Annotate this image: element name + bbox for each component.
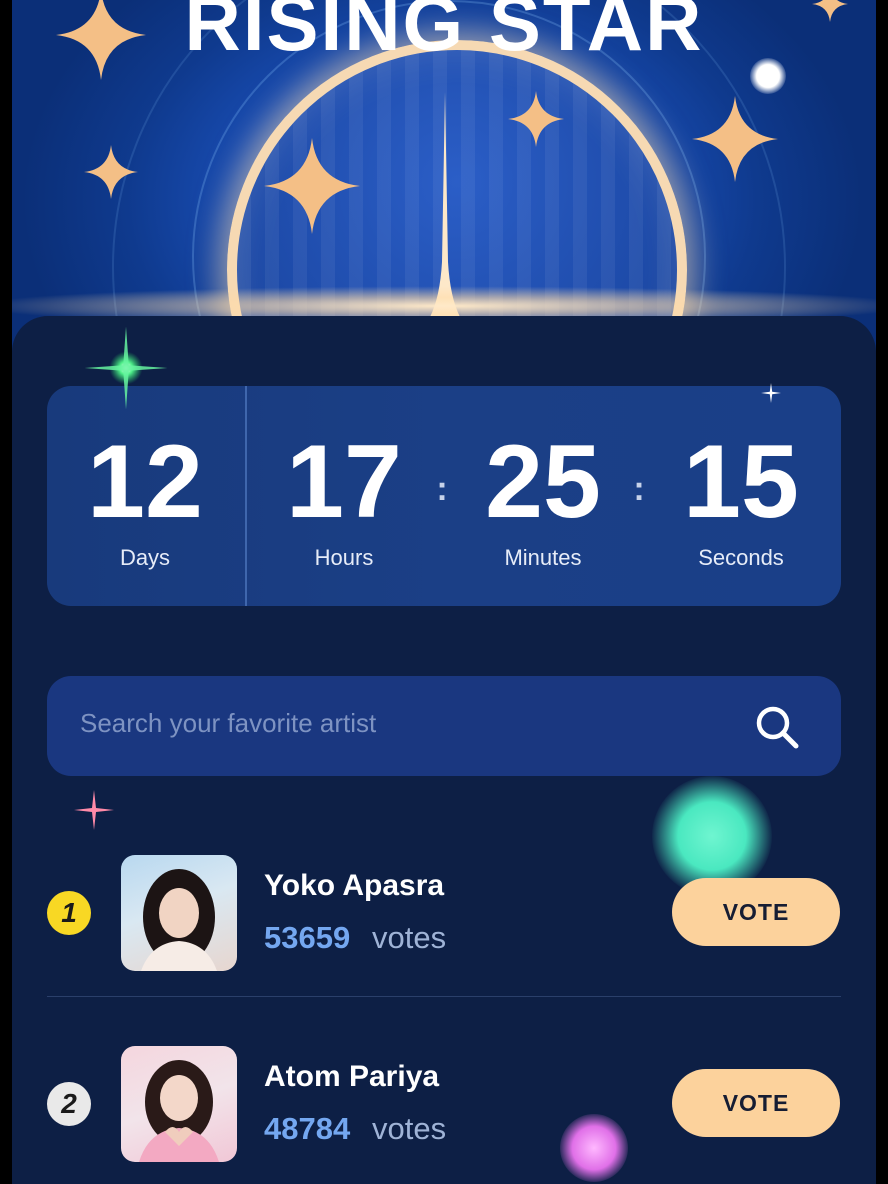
app-screen: RISING STAR 12 Days 17 Hours : 25 Minute… (12, 0, 876, 1184)
sparkle-star-icon (264, 138, 360, 234)
vote-count: 53659 (264, 920, 351, 955)
artist-name: Yoko Apasra (264, 869, 445, 902)
vote-button[interactable]: VOTE (672, 878, 840, 946)
countdown-seconds-value: 15 (683, 424, 799, 540)
search-input[interactable]: Search your favorite artist (80, 708, 376, 739)
white-sparkle-icon (761, 383, 781, 403)
portrait-photo (139, 1060, 219, 1162)
banner-title: RISING STAR (184, 0, 704, 67)
countdown-days-label: Days (119, 545, 171, 570)
vote-count-label: votes (372, 1111, 447, 1146)
countdown-minutes-value: 25 (485, 424, 601, 540)
portrait-photo (141, 869, 217, 971)
search-icon[interactable] (752, 702, 802, 752)
vote-button[interactable]: VOTE (672, 1069, 840, 1137)
sparkle-star-icon (84, 145, 138, 199)
rank-badge: 1 (47, 891, 91, 935)
countdown-divider (245, 386, 247, 606)
countdown-seconds-label: Seconds (698, 545, 784, 570)
countdown-hours-value: 17 (286, 424, 402, 540)
pink-light-orb (560, 1114, 628, 1182)
rank-badge: 2 (47, 1082, 91, 1126)
avatar[interactable] (121, 1046, 237, 1162)
countdown-minutes-label: Minutes (504, 545, 582, 570)
green-sparkle-icon (84, 326, 168, 410)
sparkle-star-icon (692, 96, 778, 182)
countdown-hours-label: Hours (314, 545, 374, 570)
sparkle-star-icon (508, 91, 564, 147)
vote-count-label: votes (372, 920, 447, 955)
hero-banner: RISING STAR (12, 0, 876, 360)
list-divider (47, 996, 841, 997)
avatar[interactable] (121, 855, 237, 971)
pink-sparkle-icon (74, 790, 114, 830)
artist-name: Atom Pariya (264, 1060, 440, 1093)
vote-count: 48784 (264, 1111, 351, 1146)
countdown-days-value: 12 (87, 424, 203, 540)
